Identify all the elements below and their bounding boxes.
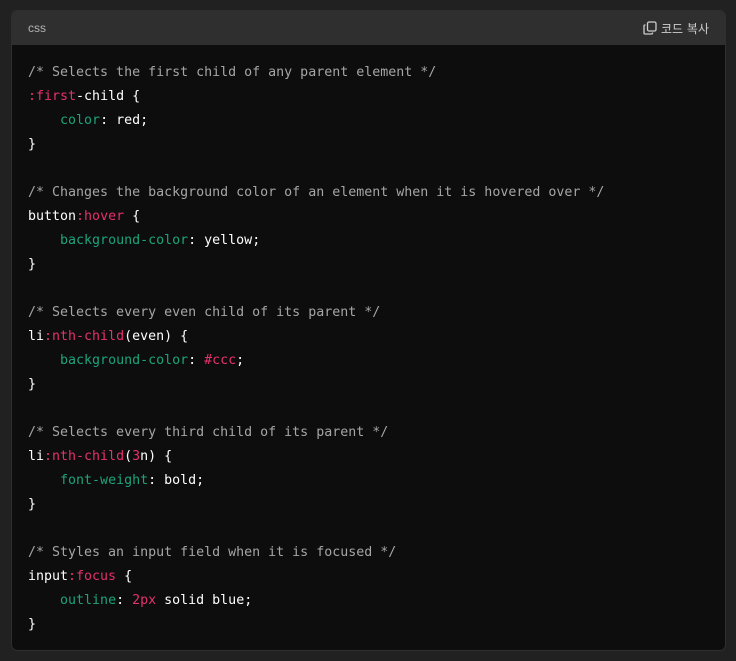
code-token-punct: ( xyxy=(124,449,133,464)
code-token-value: solid blue xyxy=(164,593,245,608)
code-token-prop: background-color xyxy=(60,233,189,248)
code-token-comment: /* Changes the background color of an el… xyxy=(28,185,605,200)
code-token-number: 3 xyxy=(132,449,141,464)
code-line: background-color: yellow; xyxy=(28,229,725,253)
code-line: input:focus { xyxy=(28,565,725,589)
code-token-pseudo: :first xyxy=(28,89,77,104)
code-token-punct xyxy=(28,113,60,128)
code-token-prop: color xyxy=(60,113,101,128)
code-token-punct: } xyxy=(28,377,37,392)
code-token-prop: background-color xyxy=(60,353,189,368)
code-token-punct: ; xyxy=(196,473,205,488)
code-token-comment: /* Selects every third child of its pare… xyxy=(28,425,389,440)
code-token-comment: /* Styles an input field when it is focu… xyxy=(28,545,397,560)
code-token-punct: } xyxy=(28,497,37,512)
code-token-punct: ; xyxy=(236,353,245,368)
code-token-selector: li xyxy=(28,449,45,464)
code-line: } xyxy=(28,133,725,157)
code-token-number: 2px xyxy=(132,593,157,608)
code-line: li:nth-child(3n) { xyxy=(28,445,725,469)
code-token-pseudo: :focus xyxy=(68,569,117,584)
code-token-value: red xyxy=(116,113,141,128)
code-token-punct: : xyxy=(188,233,205,248)
code-token-selector: button xyxy=(28,209,77,224)
code-line: } xyxy=(28,493,725,517)
code-token-comment: /* Selects every even child of its paren… xyxy=(28,305,381,320)
code-line: /* Changes the background color of an el… xyxy=(28,181,725,205)
code-token-selector: li xyxy=(28,329,45,344)
code-token-prop: font-weight xyxy=(60,473,149,488)
code-token-punct: : xyxy=(148,473,165,488)
code-token-punct xyxy=(28,473,60,488)
copy-icon xyxy=(643,21,657,35)
code-line: } xyxy=(28,373,725,397)
code-token-pseudo: :nth-child xyxy=(44,449,125,464)
code-line: color: red; xyxy=(28,109,725,133)
code-token-selector: -child xyxy=(76,89,125,104)
code-token-number: #ccc xyxy=(204,353,237,368)
code-token-punct: n) { xyxy=(140,449,173,464)
code-line: /* Selects the first child of any parent… xyxy=(28,61,725,85)
code-line: /* Selects every even child of its paren… xyxy=(28,301,725,325)
code-line: button:hover { xyxy=(28,205,725,229)
code-token-prop: outline xyxy=(60,593,117,608)
copy-code-button[interactable]: 코드 복사 xyxy=(643,20,709,37)
code-line: li:nth-child(even) { xyxy=(28,325,725,349)
code-token-punct: } xyxy=(28,137,37,152)
code-token-punct: (even) { xyxy=(124,329,189,344)
code-line: /* Selects every third child of its pare… xyxy=(28,421,725,445)
code-body[interactable]: /* Selects the first child of any parent… xyxy=(12,45,725,637)
code-line: :first-child { xyxy=(28,85,725,109)
code-line: background-color: #ccc; xyxy=(28,349,725,373)
code-token-value: bold xyxy=(164,473,197,488)
code-token-punct: ; xyxy=(244,593,253,608)
code-token-pseudo: :hover xyxy=(76,209,125,224)
code-block: css 코드 복사 /* Selects the first child of … xyxy=(11,10,726,651)
code-line: outline: 2px solid blue; xyxy=(28,589,725,613)
code-token-value: yellow xyxy=(204,233,253,248)
code-token-punct xyxy=(156,593,164,608)
copy-button-label: 코드 복사 xyxy=(661,21,709,36)
code-token-punct xyxy=(28,593,60,608)
code-token-punct xyxy=(28,353,60,368)
code-line: } xyxy=(28,613,725,637)
code-token-punct: } xyxy=(28,617,37,632)
code-token-punct xyxy=(28,233,60,248)
code-token-punct: { xyxy=(116,569,133,584)
code-line: /* Styles an input field when it is focu… xyxy=(28,541,725,565)
code-header: css 코드 복사 xyxy=(12,11,725,45)
code-token-punct: { xyxy=(124,209,141,224)
code-line: font-weight: bold; xyxy=(28,469,725,493)
code-token-punct: : xyxy=(188,353,205,368)
code-token-punct: } xyxy=(28,257,37,272)
code-token-punct: ; xyxy=(252,233,261,248)
code-token-pseudo: :nth-child xyxy=(44,329,125,344)
language-label: css xyxy=(28,21,46,35)
code-token-punct: : xyxy=(100,113,117,128)
code-token-punct: ; xyxy=(140,113,149,128)
code-token-punct: { xyxy=(124,89,141,104)
code-token-punct: : xyxy=(116,593,133,608)
code-line: } xyxy=(28,253,725,277)
code-token-comment: /* Selects the first child of any parent… xyxy=(28,65,437,80)
code-token-selector: input xyxy=(28,569,69,584)
